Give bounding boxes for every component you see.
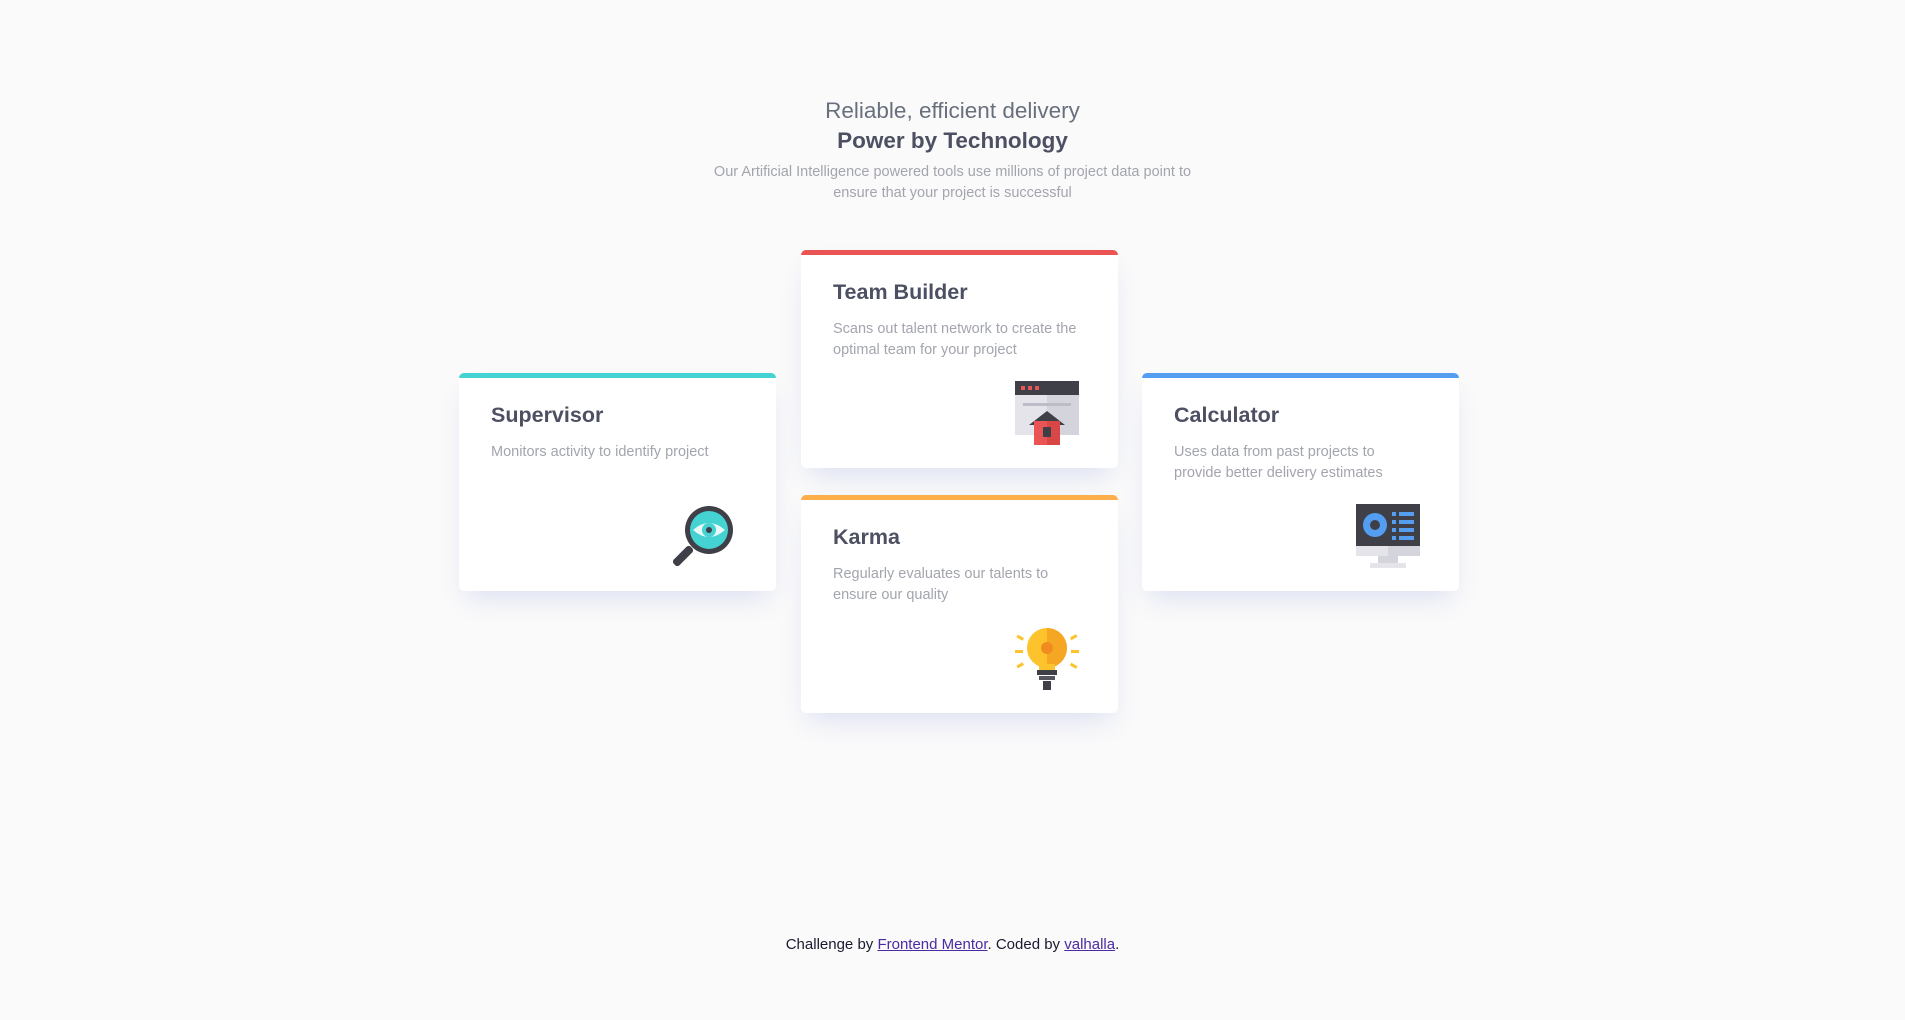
card-accent-bar [459, 373, 776, 378]
card-description: Monitors activity to identify project [491, 444, 709, 460]
author-link[interactable]: valhalla [1064, 936, 1115, 953]
tagline: Reliable, efficient delivery [825, 98, 1080, 123]
attribution: Challenge by Frontend Mentor. Coded by v… [0, 936, 1905, 953]
card-title: Team Builder [833, 280, 968, 304]
card-calculator: Calculator Uses data from past projects … [1142, 373, 1459, 591]
monitor-chart-icon [1356, 504, 1420, 568]
card-accent-bar [801, 250, 1118, 255]
card-accent-bar [1142, 373, 1459, 378]
intro-text: Our Artificial Intelligence powered tool… [713, 164, 1192, 201]
attribution-prefix: Challenge by [785, 936, 878, 953]
card-description: Regularly evaluates our talents to ensur… [833, 566, 1049, 603]
browser-house-icon [1015, 381, 1079, 445]
page-header: Reliable, efficient delivery Power by Te… [0, 96, 1905, 204]
attribution-middle: . Coded by [987, 936, 1065, 953]
card-team-builder: Team Builder Scans out talent network to… [801, 250, 1118, 468]
card-description: Scans out talent network to create the o… [833, 321, 1077, 358]
card-karma: Karma Regularly evaluates our talents to… [801, 495, 1118, 713]
card-supervisor: Supervisor Monitors activity to identify… [459, 373, 776, 591]
card-title: Calculator [1174, 403, 1280, 427]
frontend-mentor-link[interactable]: Frontend Mentor [877, 936, 987, 953]
card-accent-bar [801, 495, 1118, 500]
page-title: Power by Technology [837, 128, 1068, 153]
card-description: Uses data from past projects to provide … [1174, 444, 1383, 481]
magnifier-eye-icon [673, 504, 737, 568]
card-title: Karma [833, 525, 900, 549]
attribution-suffix: . [1115, 936, 1120, 953]
lightbulb-icon [1015, 626, 1079, 690]
card-title: Supervisor [491, 403, 604, 427]
